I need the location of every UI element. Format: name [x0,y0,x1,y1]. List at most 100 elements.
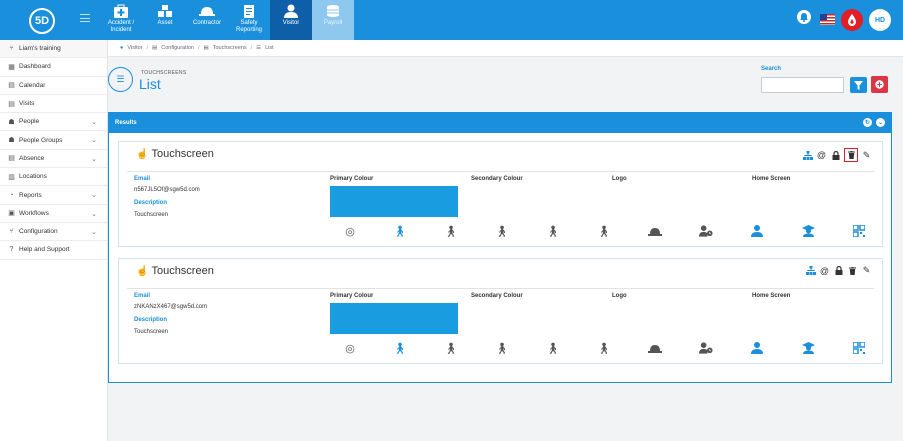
user-clock-icon [699,341,713,355]
sidebar-item-calendar[interactable]: ▤ Calendar [0,77,107,95]
filter-button[interactable] [850,77,867,93]
branch-icon: ⑂ [9,45,14,53]
sidebar-item-liams-training[interactable]: ⑂ Liam's training [0,40,107,59]
primary-colour-swatch [330,186,458,217]
delete-trash-icon[interactable] [847,265,858,276]
card-title: ☝ Touchscreen [136,148,214,160]
at-email-icon[interactable]: @ [819,265,830,276]
walking-person-icon: 🚶︎ [597,225,611,238]
sidebar-item-workflows[interactable]: ▣ Workflows ⌄ [0,205,107,223]
menu-toggle-icon[interactable] [80,14,90,22]
lock-icon[interactable] [830,150,841,161]
card-title-text: Touchscreen [151,148,214,160]
hand-pointer-icon: ☝ [136,265,149,277]
lock-icon[interactable] [833,265,844,276]
calendar-icon: ▤ [8,82,15,90]
app-logo[interactable]: 5D [29,8,55,34]
breadcrumb: ● Visitor / ▤ Configuration / ▤ Touchscr… [108,40,903,57]
nav-tab-safety-reporting[interactable]: Safety Reporting [228,0,270,40]
sidebar-item-label: Visits [19,100,35,108]
us-flag-language-icon[interactable] [820,14,835,25]
graduate-icon [801,341,815,355]
user-tie-icon [750,341,764,355]
nav-tab-label: Visitor [282,20,300,26]
network-icon[interactable] [802,150,813,161]
nav-tab-contractor[interactable]: Contractor [186,0,228,40]
chevron-down-icon: ⌄ [91,155,97,163]
notifications-bell-icon[interactable] [797,10,811,24]
network-icon[interactable] [805,265,816,276]
at-email-icon[interactable]: @ [816,150,827,161]
nav-tab-accident[interactable]: Accident / Incident [100,0,142,40]
divider [127,288,874,289]
email-value: n567JL5Of@sgw5d.com [134,187,200,193]
coins-icon [327,5,339,17]
sidebar-item-configuration[interactable]: ⑂ Configuration ⌄ [0,223,107,242]
description-label: Description [134,317,168,323]
user-avatar[interactable]: HD [869,9,891,31]
email-label: Email [134,293,151,299]
plus-circle-icon [875,80,884,89]
sidebar-item-label: Liam's training [19,45,61,53]
sidebar-item-locations[interactable]: ▥ Locations [0,168,107,187]
sidebar-item-people-groups[interactable]: ☗ People Groups ⌄ [0,131,107,150]
nav-tab-payroll[interactable]: Payroll [312,0,354,40]
building-icon: ▥ [8,173,15,181]
nav-tab-label: Asset [157,20,173,26]
results-header: Results ↻ ⌄ [109,113,891,133]
delete-trash-icon[interactable] [844,148,858,162]
home-screen-label: Home Screen [752,293,791,299]
secondary-colour-label: Secondary Colour [471,176,523,182]
nav-tab-visitor[interactable]: Visitor [270,0,312,40]
secondary-colour-label: Secondary Colour [471,293,523,299]
chevron-down-icon: ⌄ [91,210,97,218]
qr-code-icon [852,224,866,238]
search-input[interactable] [761,77,844,93]
breadcrumb-item[interactable]: Configuration [161,45,194,51]
sidebar-item-visits[interactable]: ▤ Visits [0,95,107,114]
touchscreen-card: ☝ Touchscreen @ ✎ Email n567JL5Of@sgw5d.… [118,141,883,247]
filter-icon [854,80,863,90]
sidebar-item-reports[interactable]: ◔ Reports ⌄ [0,186,107,205]
sidebar-item-label: People Groups [19,136,63,144]
graduate-icon [801,224,815,238]
reports-icon: ◔ [9,191,14,199]
card-title-text: Touchscreen [151,265,214,277]
sidebar-item-label: Locations [19,173,47,181]
sidebar: ⑂ Liam's training ▦ Dashboard ▤ Calendar… [0,40,108,441]
edit-pencil-icon[interactable]: ✎ [861,150,872,161]
breadcrumb-item[interactable]: Touchscreens [213,45,247,51]
breadcrumb-icon: ▤ [152,45,158,51]
edit-pencil-icon[interactable]: ✎ [861,265,872,276]
fingerprint-icon: ◎ [345,225,355,238]
hardhat-icon [648,341,662,355]
breadcrumb-separator: / [250,45,253,51]
walking-person-icon: 🚶︎ [444,225,458,238]
walking-person-icon: 🚶︎ [546,342,560,355]
people-icon: ☗ [8,118,15,126]
list-icon: ☰ [256,45,262,51]
nav-tab-asset[interactable]: Asset [144,0,186,40]
user-clock-icon [699,224,713,238]
sidebar-item-absence[interactable]: ▤ Absence ⌄ [0,150,107,169]
help-icon: ? [9,246,14,254]
breadcrumb-item[interactable]: Visitor [127,45,142,51]
refresh-icon[interactable]: ↻ [863,118,872,127]
fire-drop-icon[interactable] [841,9,863,31]
walking-person-icon: 🚶︎ [444,342,458,355]
nav-tab-label: Safety Reporting [235,20,262,33]
sidebar-item-help[interactable]: ? Help and Support [0,241,107,260]
list-settings-icon: ☰ [108,67,133,92]
sidebar-item-dashboard[interactable]: ▦ Dashboard [0,58,107,77]
hand-pointer-icon: ☝ [136,148,149,160]
nav-tab-label: Accident / Incident [107,20,135,33]
dashboard-icon: ▦ [8,63,15,71]
top-navbar: 5D Accident / Incident Asset Contractor … [0,0,903,40]
collapse-icon[interactable]: ⌄ [876,118,885,127]
sidebar-item-label: Reports [19,191,42,199]
chevron-down-icon: ⌄ [91,119,97,127]
sidebar-item-people[interactable]: ☗ People ⌄ [0,113,107,132]
add-button[interactable] [871,76,888,93]
sidebar-item-label: People [19,118,40,126]
user-icon: ● [120,45,124,51]
